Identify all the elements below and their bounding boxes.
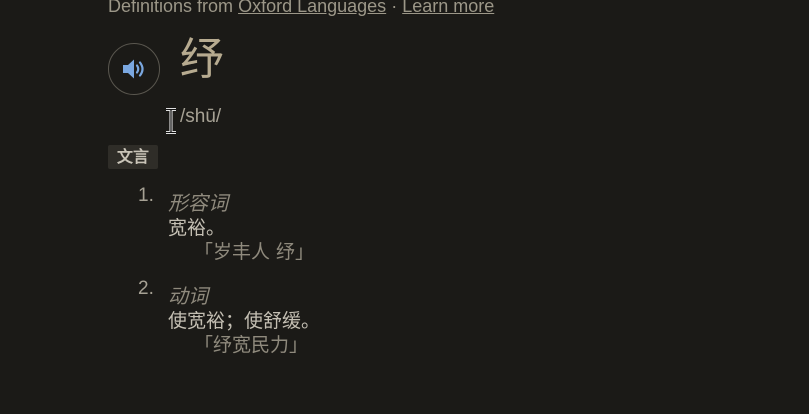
part-of-speech: 形容词	[168, 191, 228, 215]
speaker-icon	[123, 59, 144, 79]
sense-example: 「纾宽民力」	[194, 334, 309, 356]
dictionary-card: Definitions from Oxford Languages · Lear…	[0, 0, 809, 414]
source-attribution: Definitions from Oxford Languages · Lear…	[108, 0, 494, 17]
text-cursor-icon	[166, 108, 176, 134]
part-of-speech: 动词	[168, 284, 208, 308]
oxford-languages-link[interactable]: Oxford Languages	[238, 0, 386, 16]
pronunciation-audio-button[interactable]	[108, 43, 160, 95]
source-separator: ·	[391, 0, 398, 16]
sense-number: 2.	[138, 278, 154, 299]
sense-example: 「岁丰人 纾」	[194, 241, 315, 263]
register-badge: 文言	[108, 145, 159, 169]
headword: 纾	[180, 34, 224, 85]
learn-more-link[interactable]: Learn more	[402, 0, 494, 16]
sense-definition: 宽裕。	[168, 217, 226, 239]
pronunciation-text: /shū/	[180, 106, 222, 127]
source-prefix: Definitions from	[108, 0, 234, 16]
sense-number: 1.	[138, 185, 154, 206]
sense-definition: 使宽裕；使舒缓。	[168, 310, 321, 332]
